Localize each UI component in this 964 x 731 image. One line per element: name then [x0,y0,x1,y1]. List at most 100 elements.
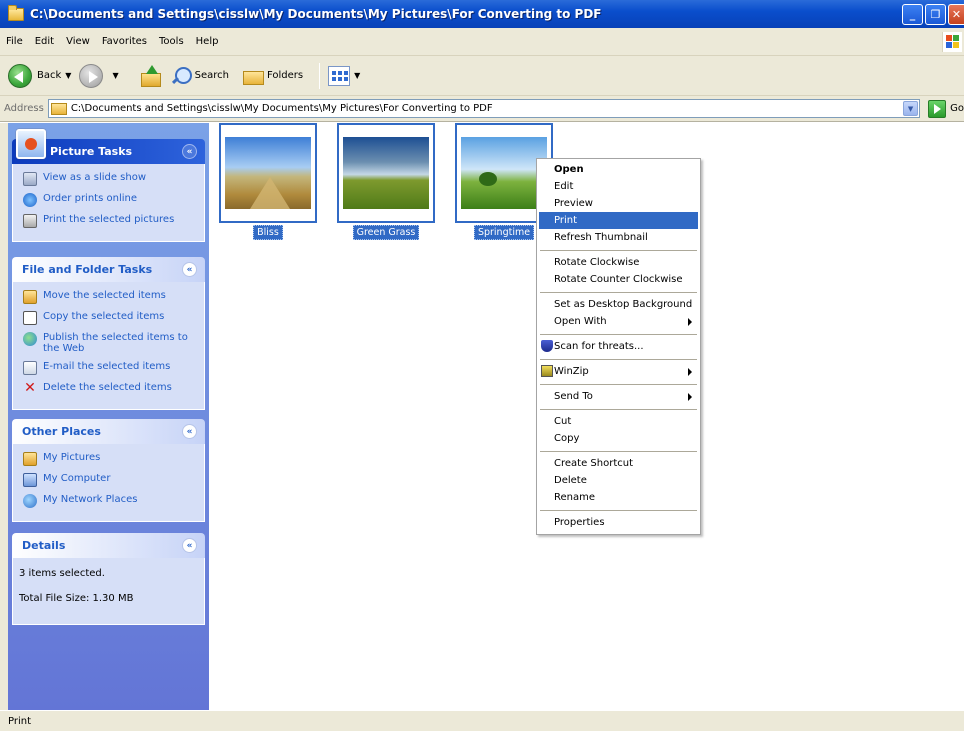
search-button[interactable]: Search [171,66,229,86]
window-title: C:\Documents and Settings\cisslw\My Docu… [30,7,602,21]
back-button[interactable]: Back ▼ [8,63,71,88]
globe-icon [23,332,37,346]
delete-x-icon: ✕ [24,380,36,396]
file-name[interactable]: Springtime [473,225,535,240]
task-pane: Picture Tasks « View as a slide show Ord… [8,123,209,710]
slideshow-icon [23,172,37,186]
menu-tools[interactable]: Tools [159,36,184,47]
printer-icon [23,214,37,228]
menu-item-winzip[interactable]: WinZip [539,363,698,380]
task-copy-items[interactable]: Copy the selected items [23,311,198,325]
search-label: Search [194,70,229,81]
task-delete-items[interactable]: ✕ Delete the selected items [23,380,198,396]
context-menu: Open Edit Preview Print Refresh Thumbnai… [536,158,701,535]
up-folder-icon[interactable] [139,64,161,87]
menu-item-send-to[interactable]: Send To [539,388,698,405]
menu-item-copy[interactable]: Copy [539,430,698,447]
go-button[interactable]: Go [928,99,964,118]
file-folder-tasks-panel: File and Folder Tasks « Move the selecte… [12,257,205,410]
menu-separator [540,250,697,251]
address-bar: Address C:\Documents and Settings\cisslw… [0,96,964,122]
task-label: Publish the selected items to the Web [43,332,188,354]
task-label: E-mail the selected items [43,361,171,372]
place-my-pictures[interactable]: My Pictures [23,452,198,466]
selection-count: 3 items selected. [19,568,105,579]
network-places-icon [23,494,37,508]
menu-item-cut[interactable]: Cut [539,413,698,430]
menu-item-open-with[interactable]: Open With [539,313,698,330]
menu-item-scan-for-threats[interactable]: Scan for threats... [539,338,698,355]
details-panel: Details « 3 items selected. Total File S… [12,533,205,625]
window-controls: _ ❐ ✕ [902,4,964,25]
views-button[interactable]: ▼ [328,65,360,86]
dropdown-arrow-icon[interactable]: ▼ [112,71,118,80]
other-places-panel: Other Places « My Pictures My Computer M… [12,419,205,522]
collapse-chevron-icon[interactable]: « [182,424,197,439]
title-bar[interactable]: C:\Documents and Settings\cisslw\My Docu… [0,0,964,28]
place-my-network[interactable]: My Network Places [23,494,198,508]
dropdown-arrow-icon[interactable]: ▼ [65,71,71,80]
place-label: My Network Places [43,494,138,505]
menu-bar: File Edit View Favorites Tools Help [0,28,964,56]
menu-separator [540,451,697,452]
menu-item-label: WinZip [554,366,589,377]
address-input[interactable]: C:\Documents and Settings\cisslw\My Docu… [47,99,921,118]
menu-item-delete[interactable]: Delete [539,472,698,489]
task-move-items[interactable]: Move the selected items [23,290,198,304]
file-thumbnail[interactable]: Green Grass [337,123,435,240]
task-publish-web[interactable]: Publish the selected items to the Web [23,332,198,354]
file-thumbnail[interactable]: Bliss [219,123,317,240]
task-email-items[interactable]: E-mail the selected items [23,361,198,375]
file-folder-tasks-header[interactable]: File and Folder Tasks « [12,257,205,282]
other-places-header[interactable]: Other Places « [12,419,205,444]
menu-item-label: Send To [554,391,593,402]
minimize-button[interactable]: _ [902,4,923,25]
picture-tasks-header[interactable]: Picture Tasks « [12,129,205,164]
winzip-icon [541,365,553,377]
menu-item-rotate-counter-clockwise[interactable]: Rotate Counter Clockwise [539,271,698,288]
other-places-body: My Pictures My Computer My Network Place… [12,444,205,522]
menu-item-refresh-thumbnail[interactable]: Refresh Thumbnail [539,229,698,246]
menu-item-edit[interactable]: Edit [539,178,698,195]
forward-button[interactable]: ▼ [79,63,119,88]
submenu-arrow-icon [688,318,692,326]
menu-favorites[interactable]: Favorites [102,36,147,47]
menu-item-open[interactable]: Open [539,161,698,178]
thumbnail-frame[interactable] [219,123,317,223]
details-header[interactable]: Details « [12,533,205,558]
collapse-chevron-icon[interactable]: « [182,538,197,553]
close-button[interactable]: ✕ [948,4,964,25]
task-label: View as a slide show [43,172,147,183]
go-label: Go [950,103,964,114]
panel-title: Details [22,539,66,552]
maximize-button[interactable]: ❐ [925,4,946,25]
menu-help[interactable]: Help [196,36,219,47]
thumbnail-image [461,137,547,209]
menu-item-properties[interactable]: Properties [539,514,698,531]
folders-button[interactable]: Folders [237,67,303,85]
task-print-pictures[interactable]: Print the selected pictures [23,214,198,228]
thumbnail-frame[interactable] [337,123,435,223]
task-order-prints[interactable]: Order prints online [23,193,198,207]
collapse-chevron-icon[interactable]: « [182,144,197,159]
menu-edit[interactable]: Edit [35,36,54,47]
thumbnail-image [225,137,311,209]
menu-item-set-desktop-background[interactable]: Set as Desktop Background [539,296,698,313]
menu-item-preview[interactable]: Preview [539,195,698,212]
task-view-slideshow[interactable]: View as a slide show [23,172,198,186]
file-name[interactable]: Bliss [253,225,283,240]
windows-logo-icon [942,32,962,52]
menu-item-rename[interactable]: Rename [539,489,698,506]
move-icon [23,290,37,304]
file-name[interactable]: Green Grass [352,225,420,240]
collapse-chevron-icon[interactable]: « [182,262,197,277]
dropdown-arrow-icon[interactable]: ▼ [354,71,360,80]
menu-view[interactable]: View [66,36,90,47]
menu-file[interactable]: File [6,36,23,47]
address-dropdown-button[interactable]: ▼ [903,101,919,116]
menu-item-rotate-clockwise[interactable]: Rotate Clockwise [539,254,698,271]
task-label: Order prints online [43,193,137,204]
menu-item-create-shortcut[interactable]: Create Shortcut [539,455,698,472]
menu-item-print[interactable]: Print [539,212,698,229]
place-my-computer[interactable]: My Computer [23,473,198,487]
